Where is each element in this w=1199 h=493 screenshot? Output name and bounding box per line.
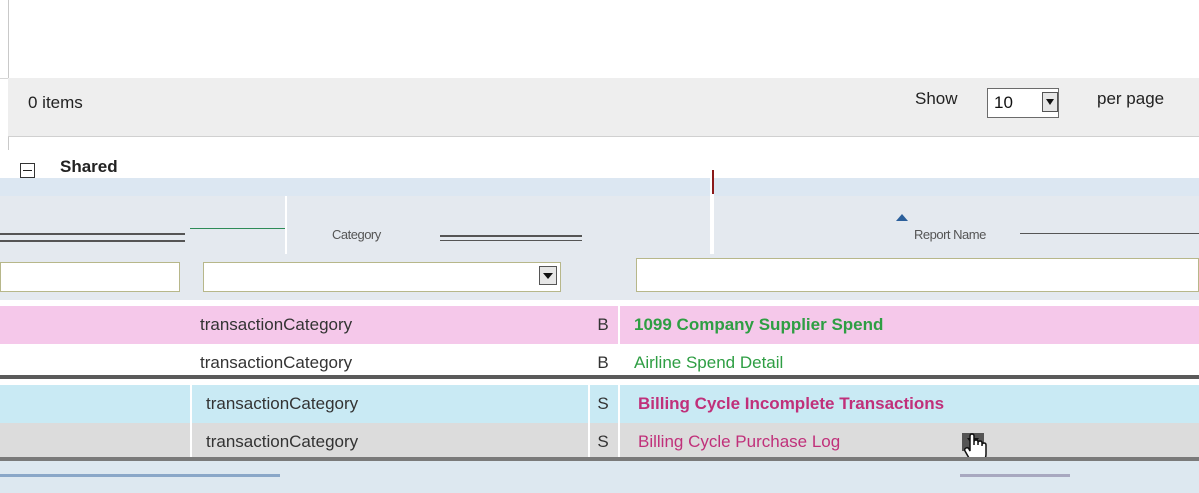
- items-count: 0 items: [28, 93, 83, 112]
- filter-input-1[interactable]: [0, 262, 180, 292]
- per-page-value: 10: [994, 93, 1013, 112]
- sort-asc-icon[interactable]: [896, 214, 908, 221]
- per-page-label: per page: [1097, 89, 1165, 108]
- cell-separator: [618, 423, 620, 461]
- chevron-down-icon[interactable]: [539, 266, 557, 285]
- header-rule: [1020, 233, 1199, 234]
- row-report-name[interactable]: Billing Cycle Incomplete Transactions: [618, 385, 1199, 423]
- header-rule: [440, 240, 582, 241]
- row-artifact: [960, 474, 1070, 477]
- collapse-icon[interactable]: [20, 163, 35, 178]
- column-header-category[interactable]: Category: [332, 227, 381, 242]
- top-panel: [0, 0, 1199, 79]
- table-row[interactable]: transactionCategory S Billing Cycle Purc…: [0, 423, 1199, 461]
- category-filter-select[interactable]: [203, 262, 561, 292]
- header-rule: [0, 233, 185, 235]
- row-cell-blank: [0, 423, 190, 461]
- column-header-report-name[interactable]: Report Name: [914, 227, 986, 242]
- cell-separator: [618, 385, 620, 423]
- row-artifact: [0, 474, 280, 477]
- header-rule: [440, 235, 582, 237]
- row-report-name[interactable]: 1099 Company Supplier Spend: [618, 306, 1199, 344]
- chevron-down-icon[interactable]: [1042, 92, 1058, 112]
- row-category: transactionCategory: [200, 315, 353, 334]
- row-cell-blank: [0, 385, 190, 423]
- show-label: Show: [915, 89, 958, 108]
- header-separator: [285, 196, 287, 254]
- cell-separator: [588, 385, 590, 423]
- row-category: transactionCategory: [206, 394, 359, 413]
- row-divider: [0, 375, 1199, 379]
- cell-separator: [190, 385, 192, 423]
- cell-separator: [618, 306, 620, 344]
- row-type: B: [597, 315, 609, 334]
- table-row[interactable]: transactionCategory S Billing Cycle Inco…: [0, 385, 1199, 423]
- report-name-filter-input[interactable]: [636, 258, 1199, 292]
- row-type: S: [597, 394, 609, 413]
- cell-separator: [190, 423, 192, 461]
- header-rule: [0, 240, 185, 242]
- header-rule: [190, 228, 285, 229]
- group-label-shared: Shared: [60, 157, 118, 176]
- table-row[interactable]: transactionCategory B 1099 Company Suppl…: [0, 306, 1199, 344]
- row-cell-blank: [0, 306, 190, 344]
- cell-separator: [588, 423, 590, 461]
- row-category: transactionCategory: [206, 432, 359, 451]
- column-header-row: [0, 196, 1199, 255]
- table-row-partial: [0, 461, 1199, 493]
- row-type: S: [597, 432, 609, 451]
- column-resize-marker[interactable]: [712, 170, 714, 194]
- header-top-band: [0, 178, 1199, 197]
- row-report-name[interactable]: Billing Cycle Purchase Log: [618, 423, 1199, 461]
